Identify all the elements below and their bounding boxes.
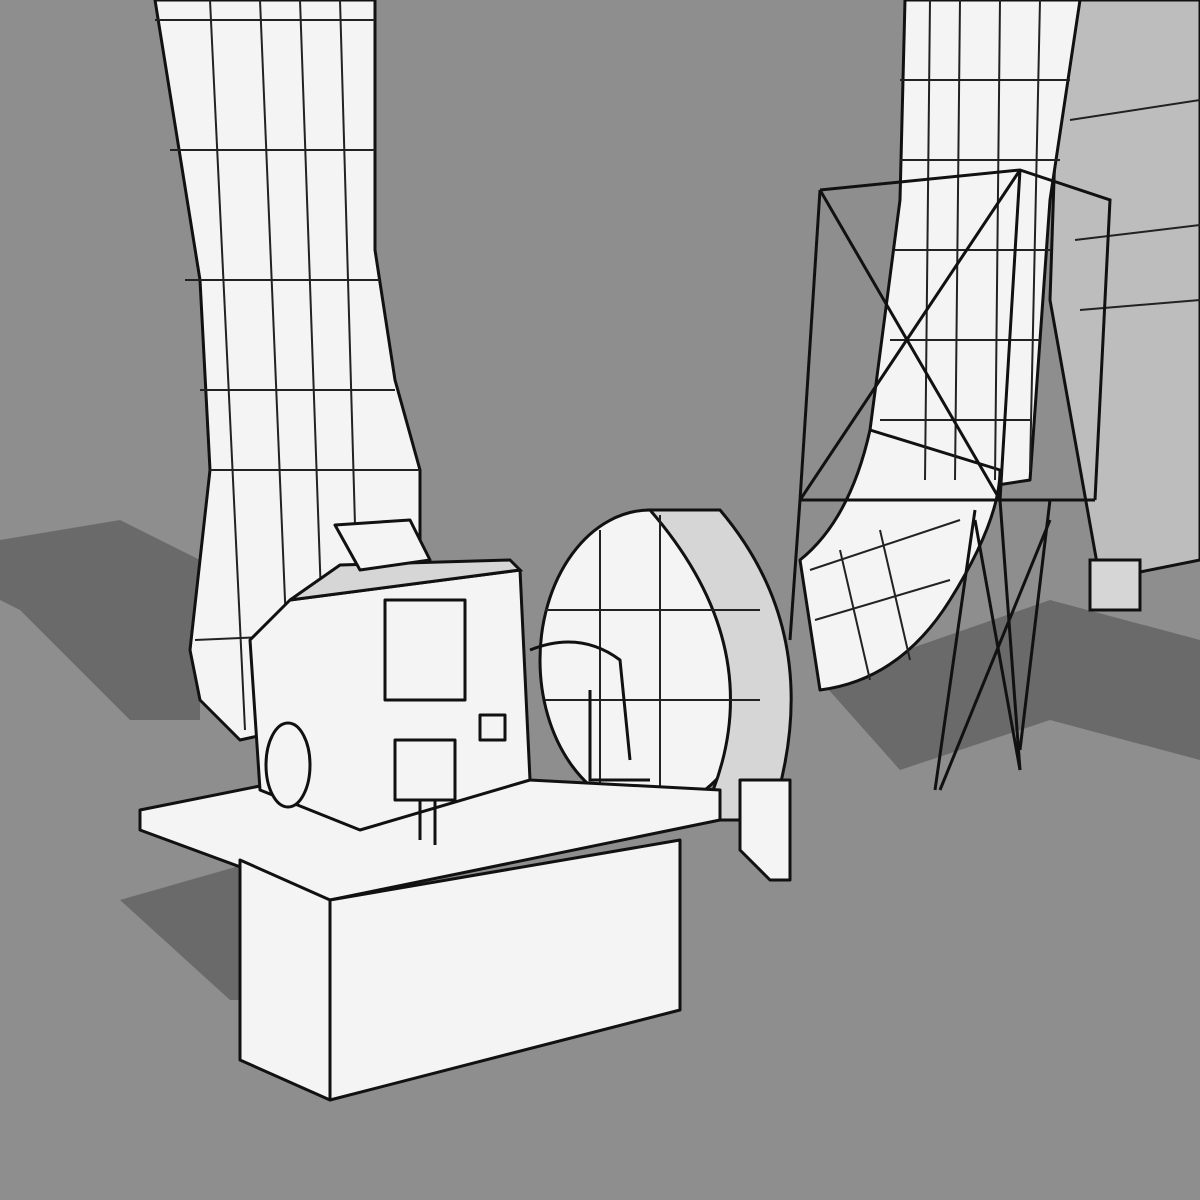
industrial-fan-render (0, 0, 1200, 1200)
